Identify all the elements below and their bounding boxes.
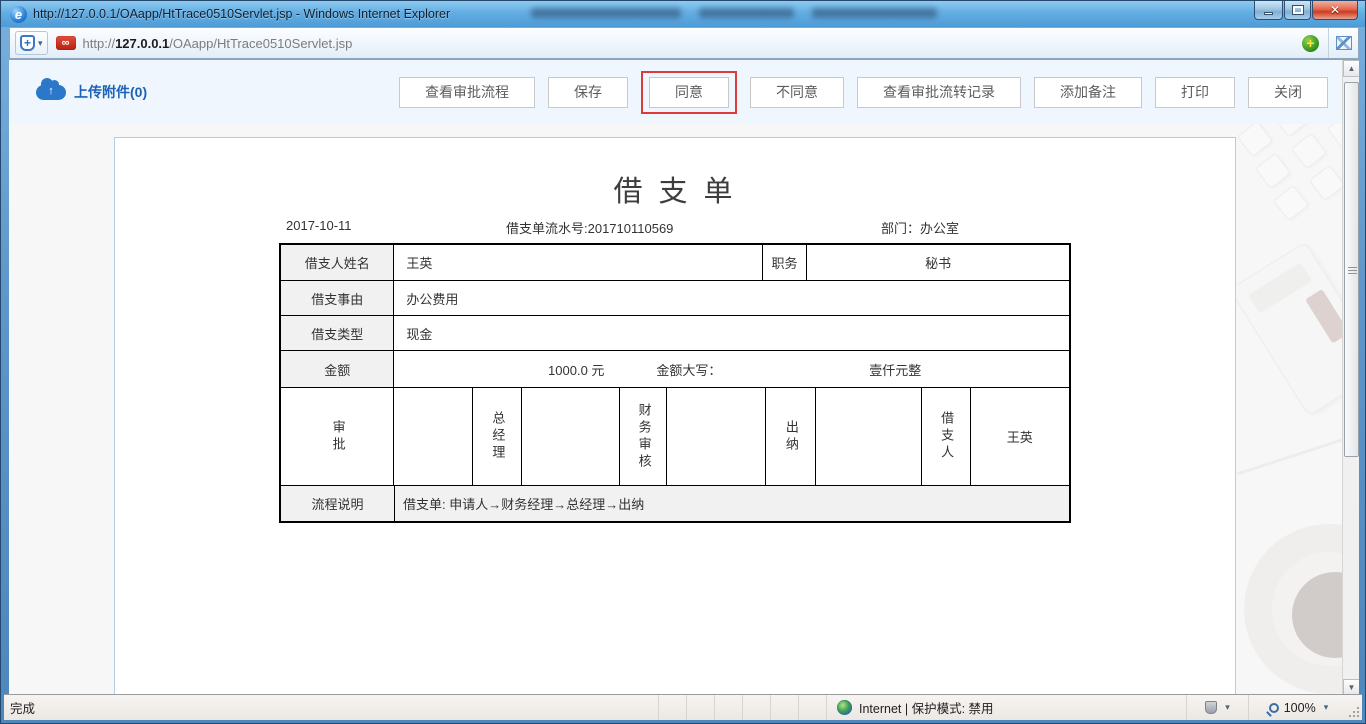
status-text: 完成 bbox=[10, 702, 36, 716]
zone-text: Internet | 保护模式: 禁用 bbox=[859, 702, 994, 716]
ie-logo-icon: e bbox=[10, 5, 27, 23]
vertical-scrollbar[interactable]: ▲ ▼ bbox=[1342, 60, 1359, 696]
url-scheme: http:// bbox=[82, 35, 116, 51]
general-manager-sign-cell bbox=[520, 388, 620, 485]
scroll-up-button[interactable]: ▲ bbox=[1343, 60, 1359, 77]
title-bar: e http://127.0.0.1/OAapp/HtTrace0510Serv… bbox=[1, 1, 1365, 27]
table-row-type: 借支类型 现金 bbox=[281, 315, 1069, 350]
disagree-button[interactable]: 不同意 bbox=[750, 76, 844, 108]
minimize-icon bbox=[1264, 11, 1273, 15]
amount-number: 1000.0 元 bbox=[548, 362, 605, 378]
url-domain: 127.0.0.1 bbox=[115, 35, 170, 51]
browser-window: e http://127.0.0.1/OAapp/HtTrace0510Serv… bbox=[0, 0, 1366, 724]
form-panel: 借 支 单 2017-10-11 借支单流水号:201710110569 部门：… bbox=[114, 137, 1236, 696]
url-path: /OAapp/HtTrace0510Servlet.jsp bbox=[169, 35, 353, 51]
upload-attachment-label: 上传附件(0) bbox=[74, 84, 148, 100]
reason-label-cell: 借支事由 bbox=[281, 281, 394, 315]
maximize-icon bbox=[1291, 5, 1304, 15]
table-row-amount: 金额 1000.0 元 金额大写： 壹仟元整 bbox=[281, 350, 1069, 387]
name-label-cell: 借支人姓名 bbox=[281, 245, 394, 280]
scrollbar-thumb[interactable] bbox=[1344, 82, 1359, 457]
amount-caps-value: 壹仟元整 bbox=[869, 362, 922, 378]
protected-mode-segment[interactable]: ▾ bbox=[1186, 695, 1248, 720]
go-button[interactable]: + bbox=[1302, 34, 1319, 52]
form-toolbar: ↑ 上传附件(0) 查看审批流程 保存 同意 不同意 查看审批流转记录 添加备注… bbox=[9, 60, 1342, 124]
magnifier-icon bbox=[1268, 702, 1279, 713]
table-row-reason: 借支事由 办公费用 bbox=[281, 280, 1069, 315]
print-button[interactable]: 打印 bbox=[1155, 76, 1235, 108]
office-watermark-image bbox=[1234, 124, 1342, 696]
resize-grip[interactable] bbox=[1348, 695, 1362, 720]
chevron-down-icon: ▾ bbox=[1323, 702, 1329, 712]
finance-audit-sign-cell bbox=[666, 388, 765, 485]
amount-label-cell: 金额 bbox=[281, 351, 394, 387]
address-bar: + ▾ ∞ http://127.0.0.1/OAapp/HtTrace0510… bbox=[9, 27, 1359, 59]
close-icon: ✕ bbox=[1329, 3, 1341, 17]
amount-value-cell: 1000.0 元 金额大写： 壹仟元整 bbox=[393, 351, 1069, 387]
form-date: 2017-10-11 bbox=[286, 218, 352, 233]
type-label-cell: 借支类型 bbox=[281, 316, 394, 350]
borrower-label-cell: 借支人 bbox=[920, 388, 970, 485]
duty-value-cell: 秘书 bbox=[806, 245, 1069, 280]
cashier-label-cell: 出纳 bbox=[764, 388, 816, 485]
upload-attachment-link[interactable]: ↑ 上传附件(0) bbox=[36, 77, 148, 102]
table-row-approval: 审批 总经理 财务审核 出纳 借支人 王英 bbox=[281, 387, 1069, 485]
form-title: 借 支 单 bbox=[613, 176, 737, 208]
compatibility-view-icon bbox=[1335, 36, 1352, 50]
form-department: 部门：办公室 bbox=[880, 221, 959, 236]
zoom-level: 100% bbox=[1283, 700, 1316, 715]
chevron-down-icon: ▾ bbox=[38, 37, 43, 48]
maximize-button[interactable] bbox=[1284, 1, 1311, 20]
close-page-button[interactable]: 关闭 bbox=[1248, 76, 1328, 108]
type-value-cell: 现金 bbox=[393, 316, 1069, 350]
reason-value-cell: 办公费用 bbox=[393, 281, 1069, 315]
save-button[interactable]: 保存 bbox=[548, 76, 628, 108]
site-favicon-icon: ∞ bbox=[55, 36, 76, 50]
window-title: http://127.0.0.1/OAapp/HtTrace0510Servle… bbox=[33, 7, 451, 21]
approval-label-cell: 审批 bbox=[330, 419, 346, 454]
cloud-upload-icon: ↑ bbox=[36, 77, 66, 100]
flow-value-cell: 借支单: 申请人→财务经理→总经理→出纳 bbox=[394, 486, 1069, 521]
table-row-flow: 流程说明 借支单: 申请人→财务经理→总经理→出纳 bbox=[281, 485, 1069, 521]
add-note-button[interactable]: 添加备注 bbox=[1034, 76, 1142, 108]
flow-label-cell: 流程说明 bbox=[281, 486, 394, 521]
close-button[interactable]: ✕ bbox=[1312, 1, 1358, 20]
duty-label-cell: 职务 bbox=[761, 245, 807, 280]
view-approval-process-button[interactable]: 查看审批流程 bbox=[399, 76, 535, 108]
view-approval-flow-record-button[interactable]: 查看审批流转记录 bbox=[857, 76, 1021, 108]
status-bar: 完成 Internet | 保护模式: 禁用 ▾ 100% ▾ bbox=[4, 694, 1362, 720]
scrollbar-grip-icon bbox=[1348, 269, 1357, 271]
security-shield-icon bbox=[1205, 701, 1218, 714]
security-zone-segment: Internet | 保护模式: 禁用 bbox=[826, 695, 1186, 720]
borrow-form-table: 借支人姓名 王英 职务 秘书 借支事由 办公费用 借支类型 现金 金额 1000… bbox=[279, 243, 1071, 523]
form-serial-number: 借支单流水号:201710110569 bbox=[506, 221, 674, 236]
zoom-control[interactable]: 100% ▾ bbox=[1248, 695, 1348, 720]
minimize-button[interactable] bbox=[1254, 1, 1283, 20]
agree-button-highlight-box: 同意 bbox=[641, 70, 737, 114]
amount-caps-label: 金额大写： bbox=[656, 362, 722, 378]
page-viewport: ↑ 上传附件(0) 查看审批流程 保存 同意 不同意 查看审批流转记录 添加备注… bbox=[9, 59, 1359, 696]
add-favorite-button[interactable]: + ▾ bbox=[15, 31, 48, 55]
finance-audit-label-cell: 财务审核 bbox=[619, 388, 666, 485]
general-manager-label-cell: 总经理 bbox=[472, 388, 521, 485]
name-value-cell: 王英 bbox=[393, 245, 761, 280]
approval-sign-cell bbox=[393, 388, 472, 485]
compatibility-view-button[interactable] bbox=[1328, 28, 1358, 58]
url-field[interactable]: http://127.0.0.1/OAapp/HtTrace0510Servle… bbox=[83, 36, 1302, 51]
borrower-sign-cell: 王英 bbox=[969, 388, 1070, 485]
cashier-sign-cell bbox=[815, 388, 920, 485]
table-row-name: 借支人姓名 王英 职务 秘书 bbox=[281, 245, 1069, 280]
background-window-ghost-text bbox=[531, 8, 937, 18]
shield-plus-icon: + bbox=[20, 35, 35, 51]
form-meta-row: 2017-10-11 借支单流水号:201710110569 部门：办公室 bbox=[279, 218, 1071, 238]
agree-button[interactable]: 同意 bbox=[649, 76, 729, 108]
internet-zone-globe-icon bbox=[837, 700, 852, 715]
chevron-down-icon: ▾ bbox=[1225, 702, 1230, 712]
